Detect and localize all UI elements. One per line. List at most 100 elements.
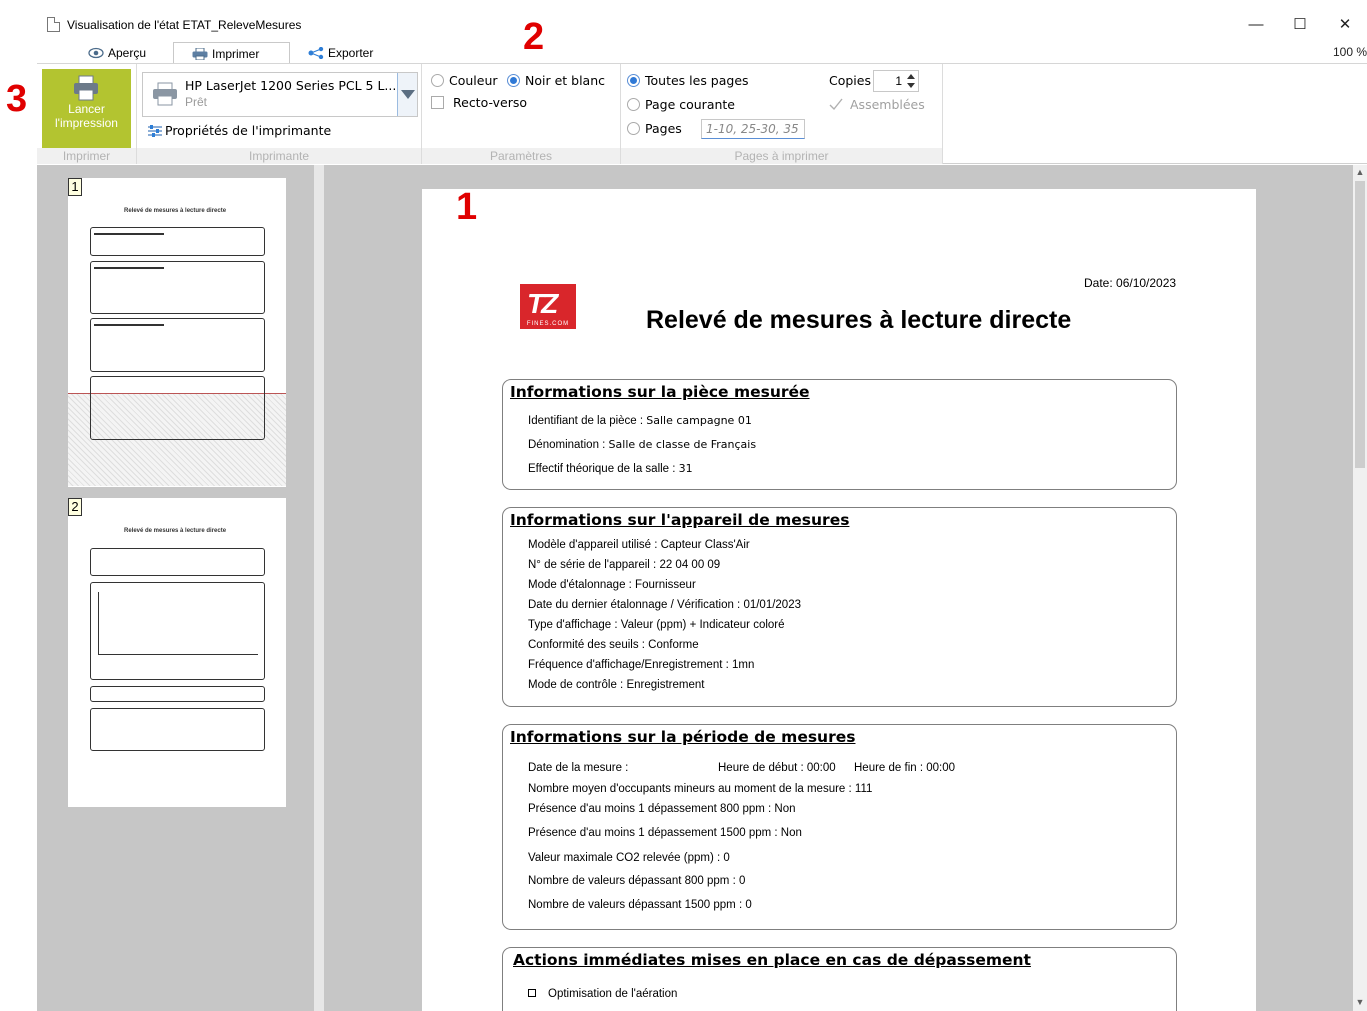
periode-row: Valeur maximale CO2 relevée (ppm) : 0 — [528, 852, 730, 864]
page-thumbnail-2[interactable]: 2 Relevé de mesures à lecture directe — [68, 498, 286, 807]
annotation-marker-1: 1 — [456, 186, 478, 228]
thumbnail-text-line — [94, 324, 164, 326]
duplex-checkbox[interactable]: Recto-verso — [431, 95, 527, 110]
document-page: TZ FINES.COM Date: 06/10/2023 Relevé de … — [422, 189, 1256, 1011]
appareil-row: Type d'affichage : Valeur (ppm) + Indica… — [528, 619, 785, 631]
logo-text: TZ — [527, 288, 558, 319]
company-logo: TZ FINES.COM — [520, 284, 576, 329]
bw-radio-label: Noir et blanc — [525, 73, 606, 88]
section-appareil: Informations sur l'appareil de mesures M… — [502, 507, 1177, 707]
current-page-label: Page courante — [645, 97, 735, 112]
spin-down-icon[interactable] — [905, 81, 917, 90]
logo-subtext: FINES.COM — [526, 321, 570, 327]
thumbnail-section — [90, 548, 265, 576]
color-radio-label: Couleur — [449, 73, 498, 88]
page-thumbnail-1[interactable]: 1 Relevé de mesures à lecture directe — [68, 178, 286, 487]
appareil-row: Mode d'étalonnage : Fournisseur — [528, 579, 696, 591]
section-periode: Informations sur la période de mesures D… — [502, 724, 1177, 930]
row-value: Salle de classe de Français — [608, 438, 757, 451]
chevron-down-icon[interactable] — [397, 73, 417, 116]
copies-stepper[interactable]: 1 — [873, 70, 919, 92]
action-label: Optimisation de l'aération — [548, 988, 678, 1000]
appareil-row: N° de série de l'appareil : 22 04 00 09 — [528, 559, 721, 571]
tab-apercu[interactable]: Aperçu — [82, 42, 146, 64]
vertical-scrollbar[interactable]: ▲ ▼ — [1353, 165, 1367, 1011]
printer-icon — [74, 75, 98, 101]
periode-row: Nombre moyen d'occupants mineurs au mome… — [528, 783, 873, 795]
scrollbar-thumb[interactable] — [1355, 181, 1365, 468]
minimize-button[interactable]: — — [1236, 14, 1276, 38]
group-label-pages: Pages à imprimer — [621, 148, 942, 164]
collate-checkbox[interactable]: Assemblées — [829, 97, 925, 112]
section-title: Informations sur la période de mesures — [510, 728, 856, 746]
all-pages-radio[interactable]: Toutes les pages — [627, 73, 749, 88]
color-radio[interactable]: Couleur — [431, 73, 498, 88]
scroll-down-icon[interactable]: ▼ — [1355, 997, 1365, 1009]
close-button[interactable]: ✕ — [1325, 14, 1365, 38]
thumbnail-page-number: 1 — [68, 178, 82, 196]
tab-imprimer[interactable]: Imprimer — [173, 42, 290, 65]
action-row: Optimisation de l'aération — [528, 988, 677, 1000]
current-page-radio[interactable]: Page courante — [627, 97, 735, 112]
pages-range-input[interactable]: 1-10, 25-30, 35 — [701, 119, 805, 139]
printer-properties-link[interactable]: Propriétés de l'imprimante — [147, 123, 331, 138]
thumbnail-section — [90, 708, 265, 751]
preview-pane[interactable]: TZ FINES.COM Date: 06/10/2023 Relevé de … — [324, 165, 1353, 1011]
spin-up-icon[interactable] — [905, 72, 917, 81]
thumbnail-chart-axis — [98, 654, 258, 655]
document-date: Date: 06/10/2023 — [1084, 276, 1177, 290]
ribbon: Lancer l'impression Imprimer HP LaserJet… — [37, 63, 1367, 164]
appareil-row: Fréquence d'affichage/Enregistrement : 1… — [528, 659, 755, 671]
duplex-label: Recto-verso — [453, 95, 528, 110]
printer-icon — [192, 48, 208, 60]
group-label-imprimer: Imprimer — [37, 148, 136, 164]
annotation-marker-2: 2 — [523, 16, 545, 58]
thumbnail-section — [90, 227, 265, 256]
section-title: Actions immédiates mises en place en cas… — [513, 951, 1031, 969]
appareil-row: Mode de contrôle : Enregistrement — [528, 679, 705, 691]
periode-start-time: Heure de début : 00:00 — [718, 762, 836, 774]
document-title: Relevé de mesures à lecture directe — [646, 306, 1072, 334]
bw-radio[interactable]: Noir et blanc — [507, 73, 605, 88]
row-value: Salle campagne 01 — [646, 414, 752, 427]
tab-apercu-label: Aperçu — [108, 46, 147, 60]
launch-print-label: Lancer l'impression — [42, 102, 131, 130]
thumbnail-pane[interactable]: 1 Relevé de mesures à lecture directe 2 … — [37, 165, 314, 1011]
tab-imprimer-label: Imprimer — [212, 47, 260, 61]
tab-exporter[interactable]: Exporter — [302, 42, 373, 64]
printer-select[interactable]: HP LaserJet 1200 Series PCL 5 L... Prêt — [142, 72, 418, 117]
document-icon — [47, 17, 60, 32]
checkbox-icon — [431, 96, 444, 109]
piece-row-effectif: Effectif théorique de la salle : 31 — [528, 462, 693, 475]
section-title: Informations sur la pièce mesurée — [510, 383, 810, 401]
checkbox-icon — [528, 989, 536, 997]
group-imprimante: HP LaserJet 1200 Series PCL 5 L... Prêt … — [137, 64, 422, 164]
checkmark-icon — [829, 98, 843, 111]
pages-radio[interactable]: Pages — [627, 121, 682, 136]
appareil-row: Date du dernier étalonnage / Vérificatio… — [528, 599, 801, 611]
launch-print-button[interactable]: Lancer l'impression — [42, 69, 131, 148]
pane-splitter[interactable] — [314, 165, 324, 1011]
thumbnail-section — [90, 318, 265, 372]
ribbon-tabs: Aperçu Imprimer Exporter 100 % — [37, 42, 1367, 65]
group-label-imprimante: Imprimante — [137, 148, 421, 164]
printer-icon — [153, 82, 177, 106]
thumbnail-text-line — [94, 267, 164, 269]
maximize-button[interactable]: ☐ — [1280, 14, 1320, 38]
row-label: Dénomination : — [528, 439, 609, 451]
copies-label: Copies — [829, 73, 871, 88]
zoom-level: 100 % — [1332, 45, 1367, 59]
radio-selected-icon — [507, 74, 520, 87]
thumbnail-title: Relevé de mesures à lecture directe — [124, 528, 227, 534]
printer-properties-label: Propriétés de l'imprimante — [165, 123, 332, 138]
group-pages: Toutes les pages Page courante Pages 1-1… — [621, 64, 943, 164]
pages-label: Pages — [645, 121, 682, 136]
eye-icon — [88, 47, 104, 59]
share-icon — [308, 47, 324, 59]
group-label-parametres: Paramètres — [422, 148, 620, 164]
piece-row-identifiant: Identifiant de la pièce : Salle campagne… — [528, 414, 752, 427]
collate-label: Assemblées — [850, 97, 925, 112]
thumbnail-section — [90, 376, 265, 440]
section-actions: Actions immédiates mises en place en cas… — [502, 947, 1177, 1011]
scroll-up-icon[interactable]: ▲ — [1355, 167, 1365, 179]
